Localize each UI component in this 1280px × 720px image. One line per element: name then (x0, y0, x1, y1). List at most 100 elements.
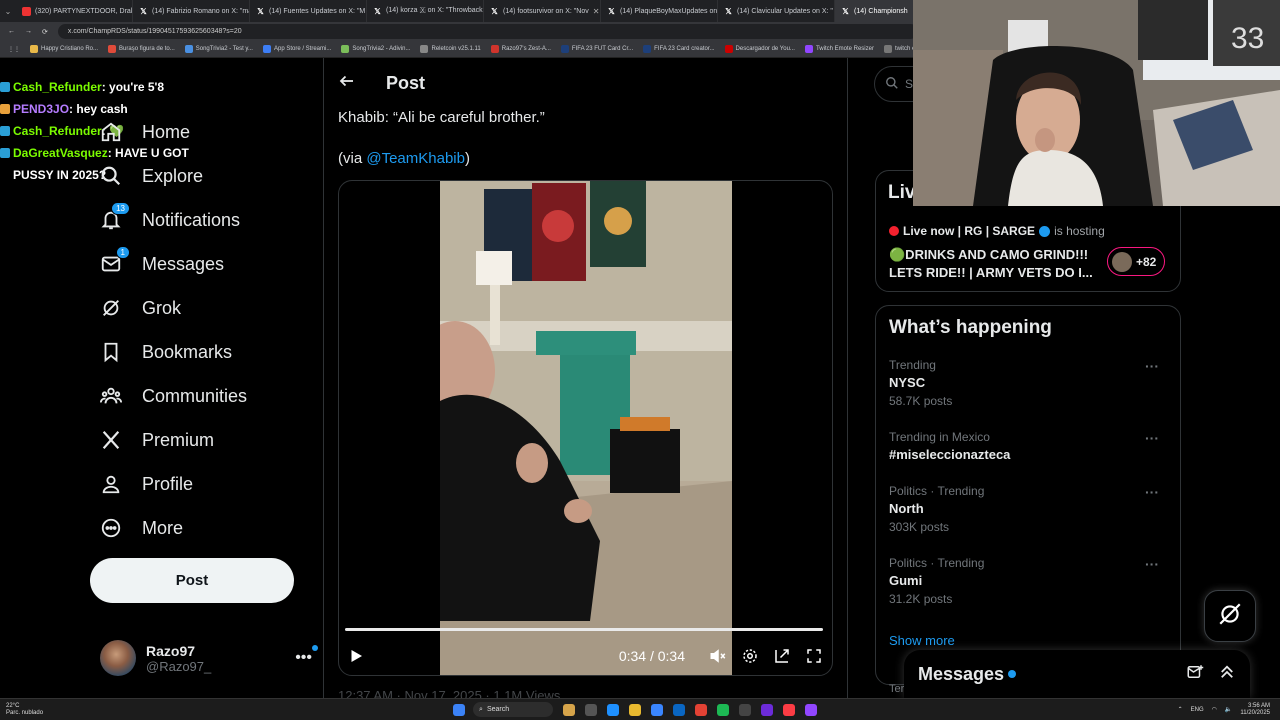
widget-icon[interactable] (563, 703, 576, 716)
nav-grok[interactable]: Grok (98, 286, 181, 330)
mention-link[interactable]: @TeamKhabib (366, 150, 465, 167)
tab-search-chevron-icon[interactable]: ⌄ (0, 7, 16, 16)
music-icon[interactable] (783, 703, 796, 716)
speaker-icon[interactable]: 🔈 (1225, 706, 1232, 713)
nav-label: Explore (142, 165, 204, 186)
nav-label: Premium (142, 429, 215, 450)
browser-tab[interactable]: 𝕏 (14) footsurvivor on X: "Nov ✕ (484, 0, 601, 22)
reload-icon[interactable]: ⟳ (42, 28, 48, 36)
grok-floating-button[interactable] (1204, 590, 1256, 642)
tab-label: (14) korza 🇽 on X: "Throwback (386, 7, 483, 14)
app-icon[interactable] (739, 703, 752, 716)
discord-icon[interactable] (761, 703, 774, 716)
edge-icon[interactable] (607, 703, 620, 716)
nav-profile[interactable]: Profile (98, 462, 193, 506)
live-listener-count[interactable]: +82 (1107, 247, 1165, 276)
via-prefix: (via (338, 150, 367, 167)
trend-item[interactable]: Trending NYSC 58.7K posts ··· (889, 358, 1169, 408)
bookmark-item[interactable]: SongTrivia2 - Adivin... (341, 45, 410, 53)
messages-drawer[interactable]: Messages (904, 650, 1250, 698)
bookmark-item[interactable]: Twitch Emote Resizer (804, 45, 874, 53)
back-arrow-icon[interactable]: ← (8, 28, 15, 35)
close-tab-icon[interactable]: ✕ (593, 7, 600, 16)
bookmark-item[interactable]: FIFA 23 FUT Card Cr... (560, 45, 633, 53)
bookmark-item[interactable]: FIFA 23 Card creator... (643, 45, 715, 53)
chevron-up-icon[interactable]: ⌃ (1178, 706, 1183, 713)
file-explorer-icon[interactable] (629, 703, 642, 716)
taskbar-search[interactable]: ⌕ Search (473, 702, 554, 717)
settings-gear-icon[interactable] (739, 645, 761, 667)
weather-widget[interactable]: 22°C Parc. nublado (6, 703, 43, 717)
svg-text:33: 33 (1231, 22, 1264, 55)
nav-messages[interactable]: 1 Messages (98, 242, 224, 286)
envelope-icon: 1 (98, 246, 130, 277)
play-icon[interactable] (345, 645, 367, 667)
bookmark-item[interactable]: Razo97's Zest-A... (490, 45, 551, 53)
nav-bookmarks[interactable]: Bookmarks (98, 330, 232, 374)
tab-label: (14) Clavicular Updates on X: " (737, 7, 833, 15)
nav-more[interactable]: More (98, 506, 183, 550)
browser-tab[interactable]: 𝕏(14) korza 🇽 on X: "Throwback✕ (367, 0, 484, 22)
account-switcher[interactable]: Razo97 @Razo97_ ••• (100, 638, 318, 678)
bookmark-item[interactable]: Happy Cristiano Ro... (30, 45, 98, 53)
twitch-icon[interactable] (805, 703, 818, 716)
chrome-icon[interactable] (695, 703, 708, 716)
fullscreen-icon[interactable] (803, 645, 825, 667)
volume-muted-icon[interactable] (707, 645, 729, 667)
more-horizontal-icon[interactable]: ··· (1145, 358, 1159, 374)
live-title[interactable]: 🟢DRINKS AND CAMO GRIND!!! LETS RIDE!! | … (889, 246, 1099, 282)
trend-name: North (889, 501, 924, 516)
browser-tab[interactable]: 𝕏(14) Fuentes Updates on X: "M✕ (250, 0, 367, 22)
url-field[interactable]: x.com/ChampRDS/status/199045175936256034… (57, 24, 918, 39)
show-more-link[interactable]: Show more (889, 633, 955, 648)
new-message-icon[interactable] (1186, 663, 1204, 686)
nav-premium[interactable]: Premium (98, 418, 214, 462)
task-view-icon[interactable] (585, 703, 598, 716)
windows-start-icon[interactable] (453, 703, 466, 716)
chat-badge-icon (0, 148, 10, 158)
trend-item[interactable]: Politics · Trending North 303K posts ··· (889, 484, 1169, 534)
browser-tab[interactable]: 𝕏(14) Fabrizio Romano on X: "ma✕ (133, 0, 250, 22)
wifi-icon[interactable]: ◠ (1212, 706, 1217, 713)
bookmark-favicon-icon (643, 45, 652, 53)
chat-username: Cash_Refunder (13, 124, 102, 138)
video-player[interactable] (338, 180, 833, 676)
trend-item[interactable]: Politics · Trending Gumi 31.2K posts ··· (889, 556, 1169, 606)
nav-communities[interactable]: Communities (98, 374, 247, 418)
trend-count: 58.7K posts (889, 394, 953, 408)
tab-label: (14) Championsh (854, 7, 908, 15)
more-horizontal-icon[interactable]: ··· (1145, 484, 1159, 500)
picture-in-picture-icon[interactable] (771, 645, 793, 667)
bookmark-label: Buraşo figura de to... (119, 46, 175, 52)
trend-item[interactable]: Trending in Mexico #miseleccionazteca ··· (889, 430, 1169, 466)
post-button[interactable]: Post (90, 558, 294, 603)
system-tray: ⌃ ENG ◠ 🔈 3:56 AM 11/20/2025 (1178, 703, 1270, 717)
browser-tab[interactable]: 𝕏(14) PlaqueBoyMaxUpdates on✕ (601, 0, 718, 22)
browser-tab[interactable]: (320) PARTYNEXTDOOR, Drake✕ (16, 0, 133, 22)
store-icon[interactable] (651, 703, 664, 716)
apps-grid-icon[interactable]: ⋮⋮ (8, 46, 20, 53)
spotify-icon[interactable] (717, 703, 730, 716)
video-progress-bar[interactable] (345, 628, 823, 631)
back-arrow-icon[interactable] (338, 72, 356, 95)
forward-arrow-icon[interactable]: → (25, 28, 32, 35)
more-horizontal-icon[interactable]: ··· (1145, 430, 1159, 446)
more-horizontal-icon[interactable]: ··· (1145, 556, 1159, 572)
bookmark-item[interactable]: Reletcoin v25.1.11 (420, 45, 481, 53)
bookmark-item[interactable]: SongTrivia2 - Test y... (184, 45, 253, 53)
mail-icon[interactable] (673, 703, 686, 716)
tab-label: (14) PlaqueBoyMaxUpdates on (620, 7, 718, 15)
nav-home[interactable]: Home (98, 110, 190, 154)
nav-notifications[interactable]: 13 Notifications (98, 198, 240, 242)
nav-explore[interactable]: Explore (98, 154, 203, 198)
more-horizontal-icon[interactable]: ••• (295, 645, 318, 667)
browser-tab[interactable]: 𝕏(14) Clavicular Updates on X: "✕ (718, 0, 835, 22)
expand-chevron-icon[interactable] (1218, 663, 1236, 686)
search-icon: ⌕ (479, 705, 483, 713)
bookmark-item[interactable]: Buraşo figura de to... (108, 45, 175, 53)
bookmark-item[interactable]: Descargador de You... (724, 45, 795, 53)
clock[interactable]: 3:56 AM 11/20/2025 (1240, 703, 1270, 717)
language-indicator[interactable]: ENG (1191, 707, 1204, 713)
bookmark-item[interactable]: App Store / Streami... (262, 45, 331, 53)
listener-avatar (1112, 251, 1132, 272)
